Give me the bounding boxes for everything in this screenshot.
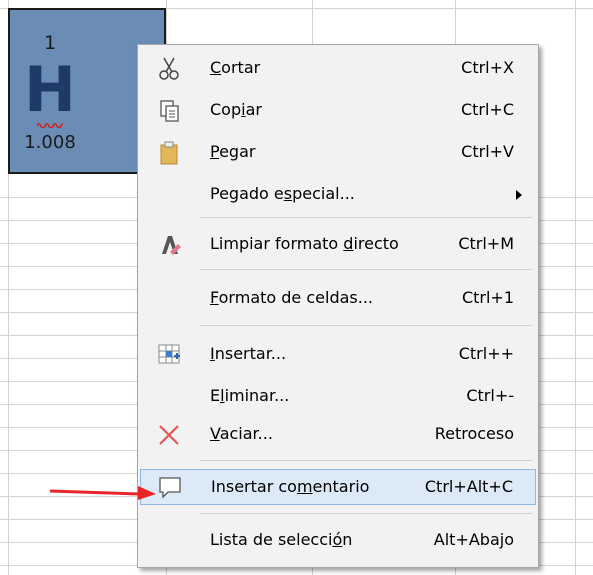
- menu-item-label: Cortar: [210, 58, 261, 77]
- spellcheck-underline: [37, 123, 63, 128]
- menu-item-shortcut: Ctrl+1: [461, 288, 514, 307]
- menu-item-label: Vaciar...: [210, 424, 273, 443]
- menu-item-paste[interactable]: Pegar Ctrl+V: [140, 135, 536, 171]
- atomic-mass: 1.008: [24, 132, 76, 153]
- menu-item-shortcut: Ctrl+C: [460, 100, 514, 119]
- menu-item-shortcut: Ctrl++: [458, 344, 514, 363]
- copy-icon: [160, 100, 179, 122]
- menu-item-shortcut: Ctrl+-: [466, 386, 514, 405]
- menu-item-selection-list[interactable]: Lista de selección Alt+Abajo: [140, 523, 536, 559]
- menu-item-paste-special[interactable]: Pegado especial...: [140, 177, 536, 213]
- menu-separator: [200, 460, 532, 461]
- menu-item-label: Pegado especial...: [210, 184, 355, 203]
- menu-item-clear-contents[interactable]: Vaciar... Retroceso: [140, 417, 536, 453]
- menu-item-format-cells[interactable]: Formato de celdas... Ctrl+1: [140, 281, 536, 317]
- menu-item-label: Formato de celdas...: [210, 288, 373, 307]
- insert-cells-icon: [158, 344, 180, 364]
- menu-item-label: Eliminar...: [210, 386, 290, 405]
- menu-item-shortcut: Ctrl+Alt+C: [424, 477, 513, 496]
- menu-item-shortcut: Ctrl+M: [458, 234, 514, 253]
- menu-item-shortcut: Ctrl+X: [461, 58, 514, 77]
- delete-x-icon: [159, 425, 179, 445]
- red-arrow-annotation-icon: [49, 486, 156, 500]
- menu-item-label: Insertar...: [210, 344, 287, 363]
- paste-icon: [160, 141, 178, 165]
- menu-item-clear-direct-formatting[interactable]: Limpiar formato directo Ctrl+M: [140, 227, 536, 263]
- menu-separator: [200, 217, 532, 218]
- menu-item-insert[interactable]: Insertar... Ctrl++: [140, 337, 536, 373]
- menu-separator: [200, 269, 532, 270]
- scissors-icon: [159, 57, 179, 80]
- menu-item-label: Pegar: [210, 142, 256, 161]
- grid-line: [575, 0, 576, 575]
- comment-icon: [159, 477, 181, 499]
- submenu-arrow-icon: [516, 190, 522, 200]
- element-symbol: H: [24, 53, 76, 126]
- menu-item-label: Limpiar formato directo: [210, 234, 399, 253]
- clear-format-icon: [162, 236, 181, 255]
- menu-item-label: Copiar: [210, 100, 262, 119]
- menu-item-cut[interactable]: Cortar Ctrl+X: [140, 51, 536, 87]
- atomic-number: 1: [43, 32, 57, 54]
- menu-item-shortcut: Alt+Abajo: [433, 530, 514, 549]
- menu-item-copy[interactable]: Copiar Ctrl+C: [140, 93, 536, 129]
- menu-separator: [200, 513, 532, 514]
- menu-item-label: Insertar comentario: [211, 477, 370, 496]
- menu-item-delete[interactable]: Eliminar... Ctrl+-: [140, 379, 536, 415]
- menu-separator: [200, 325, 532, 326]
- context-menu: Cortar Ctrl+X Copiar Ctrl+C Pegar Ctrl+V…: [137, 44, 539, 568]
- menu-item-shortcut: Retroceso: [434, 424, 514, 443]
- menu-item-insert-comment[interactable]: Insertar comentario Ctrl+Alt+C: [140, 469, 536, 505]
- menu-item-shortcut: Ctrl+V: [461, 142, 514, 161]
- menu-item-label: Lista de selección: [210, 530, 353, 549]
